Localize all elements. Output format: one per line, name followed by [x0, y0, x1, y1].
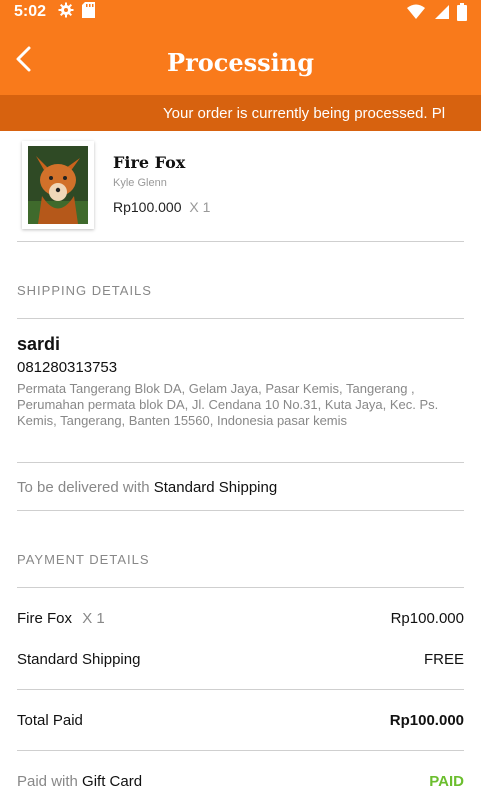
divider	[17, 462, 464, 463]
payment-method-row: Paid with Gift Card PAID	[17, 773, 464, 790]
status-banner: Your order is currently being processed.…	[0, 95, 481, 131]
delivery-method: Standard Shipping	[153, 479, 278, 496]
sd-card-icon	[82, 1, 96, 23]
payment-item-name: Fire Fox	[17, 610, 73, 627]
customer-phone: 081280313753	[17, 359, 118, 376]
divider	[17, 689, 464, 690]
payment-item-price: Rp100.000	[390, 610, 464, 627]
shipping-section-label: SHIPPING DETAILS	[17, 283, 152, 298]
customer-name: sardi	[17, 334, 61, 354]
product-price-line: Rp100.000 X 1	[113, 199, 210, 215]
page-title: Processing	[167, 48, 314, 77]
product-artist: Kyle Glenn	[113, 177, 167, 189]
divider	[17, 510, 464, 511]
delivery-prefix: To be delivered with	[17, 479, 150, 496]
total-paid-value: Rp100.000	[389, 712, 464, 729]
customer-address: Permata Tangerang Blok DA, Gelam Jaya, P…	[17, 381, 439, 428]
delivery-method-row: To be delivered with Standard Shipping	[17, 479, 464, 496]
order-item[interactable]: Fire Fox Kyle Glenn Rp100.000 X 1	[22, 139, 463, 241]
status-time: 5:02	[14, 3, 47, 20]
total-paid-label: Total Paid	[17, 712, 83, 729]
payment-shipping-row: Standard Shipping FREE	[17, 651, 464, 668]
banner-text: Your order is currently being processed.…	[163, 105, 446, 122]
divider	[17, 587, 464, 588]
product-thumbnail	[22, 141, 94, 229]
cell-signal-icon	[433, 4, 449, 25]
payment-item-qty: X 1	[82, 610, 105, 627]
product-name: Fire Fox	[113, 153, 186, 172]
payment-item-row: Fire Fox X 1 Rp100.000	[17, 610, 464, 627]
settings-gear-icon	[58, 2, 74, 23]
battery-icon	[457, 3, 467, 26]
app-bar: Processing	[0, 24, 481, 95]
payment-shipping-label: Standard Shipping	[17, 651, 141, 668]
wifi-icon	[407, 4, 425, 25]
status-bar: 5:02	[0, 0, 481, 24]
divider	[17, 318, 464, 319]
payment-section-label: PAYMENT DETAILS	[17, 552, 150, 567]
paid-with-prefix: Paid with	[17, 773, 78, 790]
divider	[17, 241, 464, 242]
divider	[17, 750, 464, 751]
paid-status-badge: PAID	[429, 773, 464, 790]
payment-shipping-value: FREE	[423, 651, 464, 668]
product-price: Rp100.000	[113, 199, 182, 215]
product-qty: X 1	[189, 199, 211, 215]
total-paid-row: Total Paid Rp100.000	[17, 712, 464, 729]
paid-with-method: Gift Card	[82, 773, 143, 790]
